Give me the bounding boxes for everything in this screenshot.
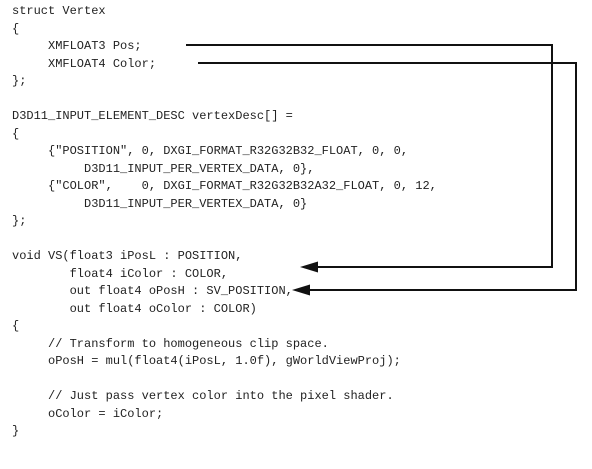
connector-line bbox=[186, 44, 553, 268]
arrowhead-icon bbox=[300, 261, 318, 273]
arrowhead-icon bbox=[292, 284, 310, 296]
connector-line bbox=[198, 62, 577, 291]
pos-to-iposl-connector bbox=[186, 44, 553, 273]
connector-arrows bbox=[186, 44, 577, 296]
color-to-icolor-connector bbox=[198, 62, 577, 296]
vertex-input-diagram: struct Vertex{ XMFLOAT3 Pos; XMFLOAT4 Co… bbox=[0, 0, 592, 469]
